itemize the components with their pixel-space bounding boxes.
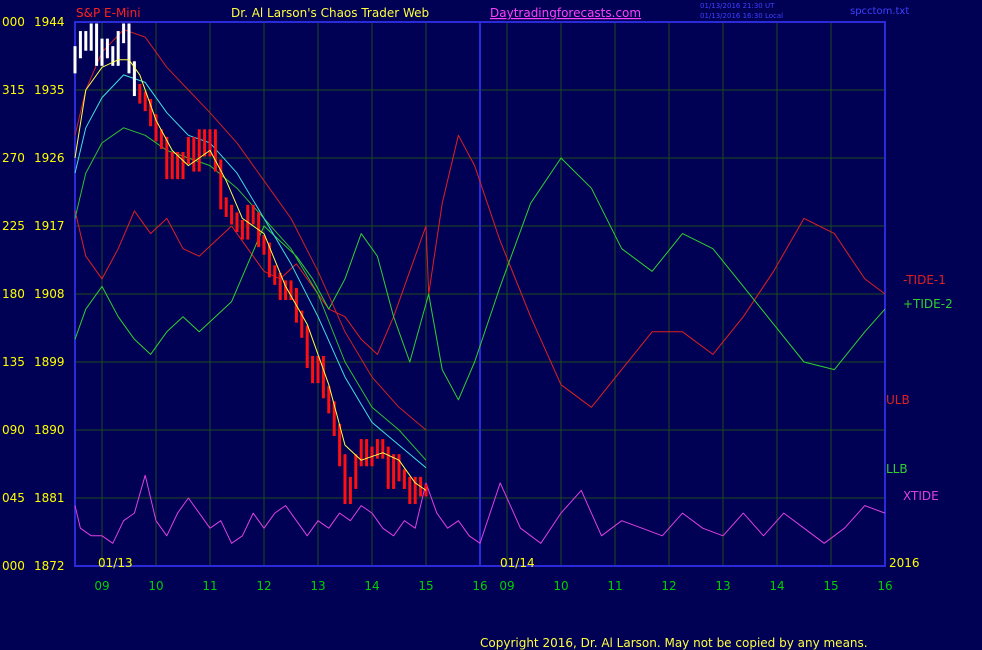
y-label-left: 270 [2, 151, 25, 165]
x-tick-label-right: 16 [877, 579, 892, 593]
year-label: 2016 [889, 556, 920, 570]
y-label-price: 1890 [34, 423, 65, 437]
y-label-left: 315 [2, 83, 25, 97]
y-label-left: 045 [2, 491, 25, 505]
x-tick-label: 14 [364, 579, 379, 593]
x-tick-label-right: 09 [499, 579, 514, 593]
site-title: Dr. Al Larson's Chaos Trader Web [231, 6, 429, 20]
y-label-price: 1881 [34, 491, 65, 505]
y-label-left: 135 [2, 355, 25, 369]
label-tide2: +TIDE-2 [903, 297, 953, 311]
timestamp-local: 01/13/2016 16:30 Local [700, 12, 783, 20]
timestamp-ut: 01/13/2016 21:30 UT [700, 2, 775, 10]
y-label-price: 1872 [34, 559, 65, 573]
y-label-left: 000 [2, 559, 25, 573]
x-tick-label: 11 [202, 579, 217, 593]
y-label-price: 1944 [34, 15, 65, 29]
instrument-title: S&P E-Mini [76, 6, 141, 20]
x-tick-label-right: 10 [553, 579, 568, 593]
label-tide1: -TIDE-1 [903, 273, 946, 287]
y-label-price: 1935 [34, 83, 65, 97]
site-link[interactable]: Daytradingforecasts.com [490, 6, 641, 20]
data-filename: spcctom.txt [850, 6, 909, 17]
label-ulb: ULB [886, 393, 910, 407]
x-tick-label-right: 13 [715, 579, 730, 593]
x-tick-label-right: 12 [661, 579, 676, 593]
x-tick-label: 15 [418, 579, 433, 593]
chart-background [0, 0, 982, 650]
chaos-trader-chart: 000 1944 315 1935 270 1926 225 1917 180 1908 135 18… [0, 0, 982, 650]
copyright-notice: Copyright 2016, Dr. Al Larson. May not b… [480, 636, 868, 650]
y-label-left: 000 [2, 15, 25, 29]
x-tick-label-right: 11 [607, 579, 622, 593]
x-tick-label-right: 15 [823, 579, 838, 593]
y-label-price: 1917 [34, 219, 65, 233]
date-label-right: 01/14 [500, 556, 535, 570]
x-tick-label: 09 [94, 579, 109, 593]
y-label-price: 1899 [34, 355, 65, 369]
date-label-left: 01/13 [98, 556, 133, 570]
x-tick-label: 10 [148, 579, 163, 593]
label-xtide: XTIDE [903, 489, 939, 503]
x-tick-label-right: 14 [769, 579, 784, 593]
y-label-price: 1926 [34, 151, 65, 165]
x-tick-label: 12 [256, 579, 271, 593]
y-label-left: 090 [2, 423, 25, 437]
x-tick-label: 13 [310, 579, 325, 593]
y-label-price: 1908 [34, 287, 65, 301]
x-tick-label: 16 [472, 579, 487, 593]
y-label-left: 180 [2, 287, 25, 301]
label-llb: LLB [886, 462, 908, 476]
y-label-left: 225 [2, 219, 25, 233]
